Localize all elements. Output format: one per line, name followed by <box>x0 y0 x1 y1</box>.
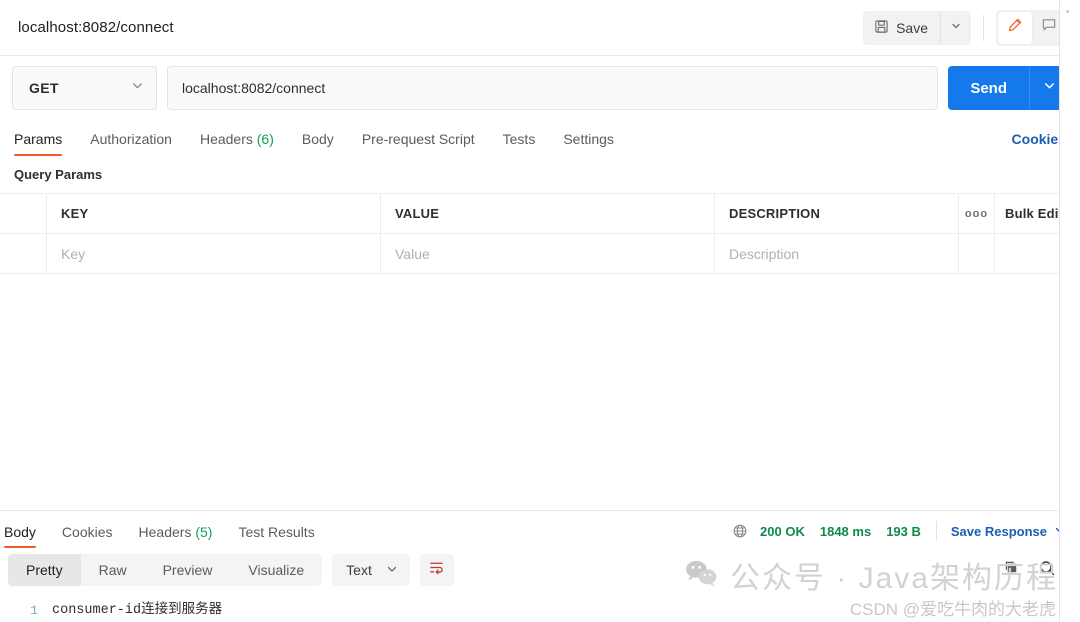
save-response-button[interactable]: Save Response <box>951 524 1066 539</box>
view-mode-group <box>996 9 1068 46</box>
response-body-viewer[interactable]: 1 consumer-id连接到服务器 <box>0 592 1080 622</box>
tab-pre-request-script-label: Pre-request Script <box>361 131 475 147</box>
row-options-cell <box>959 234 995 273</box>
response-format-pills: Pretty Raw Preview Visualize <box>8 554 323 586</box>
table-header-row: KEY VALUE DESCRIPTION ooo Bulk Edit <box>0 193 1080 234</box>
tab-params-label: Params <box>14 131 63 147</box>
save-dropdown-button[interactable] <box>941 11 971 45</box>
select-all-checkbox-cell[interactable] <box>0 194 47 233</box>
cookies-link[interactable]: Cookies <box>1012 131 1066 156</box>
response-language-label: Text <box>346 562 372 578</box>
response-pane: Body Cookies Headers (5) Test Results 20… <box>0 510 1080 622</box>
tab-pre-request-script[interactable]: Pre-request Script <box>362 131 475 156</box>
top-toolbar-actions: Save <box>863 9 1068 46</box>
query-params-table: KEY VALUE DESCRIPTION ooo Bulk Edit Key … <box>0 193 1080 274</box>
response-status-bar: 200 OK 1848 ms 193 B Save Response <box>732 521 1072 548</box>
send-button-group: Send <box>948 66 1068 110</box>
response-body-text: consumer-id连接到服务器 <box>52 603 223 618</box>
tab-tests[interactable]: Tests <box>503 131 536 156</box>
send-button[interactable]: Send <box>948 66 1030 110</box>
http-method-label: GET <box>29 80 59 96</box>
table-row: Key Value Description <box>0 234 1080 274</box>
floppy-disk-icon <box>874 19 889 37</box>
response-tab-test-results[interactable]: Test Results <box>238 524 314 548</box>
param-key-input[interactable]: Key <box>47 234 381 273</box>
response-tab-headers-label: Headers <box>138 524 192 540</box>
response-tab-headers-count: (5) <box>195 524 213 540</box>
save-button-group: Save <box>863 10 971 45</box>
save-button[interactable]: Save <box>863 10 941 45</box>
edit-mode-button[interactable] <box>998 11 1032 44</box>
column-header-key: KEY <box>47 194 381 233</box>
url-bar: GET localhost:8082/connect Send <box>0 56 1080 122</box>
param-description-input[interactable]: Description <box>715 234 959 273</box>
format-pretty[interactable]: Pretty <box>8 554 81 586</box>
format-visualize[interactable]: Visualize <box>230 554 322 586</box>
status-code: 200 OK <box>760 523 805 539</box>
response-format-bar: Pretty Raw Preview Visualize Text <box>0 548 1080 592</box>
http-method-select[interactable]: GET <box>12 66 157 110</box>
tab-body[interactable]: Body <box>302 131 334 156</box>
copy-icon[interactable] <box>1003 559 1020 581</box>
row-checkbox-cell[interactable] <box>0 234 47 273</box>
tab-tests-label: Tests <box>502 131 536 147</box>
pencil-icon <box>1007 17 1023 38</box>
request-tab-bar: Params Authorization Headers (6) Body Pr… <box>0 122 1080 156</box>
tab-authorization[interactable]: Authorization <box>90 131 172 156</box>
save-response-label: Save Response <box>950 523 1047 539</box>
toolbar-divider <box>983 14 984 41</box>
request-body-empty-area <box>0 274 1080 510</box>
chevron-down-icon <box>131 79 144 97</box>
tab-body-label: Body <box>301 131 334 147</box>
request-title: localhost:8082/connect <box>18 19 174 36</box>
response-tab-test-results-label: Test Results <box>238 524 315 540</box>
param-value-input[interactable]: Value <box>381 234 715 273</box>
response-tab-cookies-label: Cookies <box>61 524 113 540</box>
status-divider <box>935 521 937 541</box>
response-tab-body[interactable]: Body <box>4 524 36 548</box>
url-input[interactable]: localhost:8082/connect <box>167 66 939 110</box>
tab-headers-label: Headers <box>199 131 253 147</box>
response-tab-cookies[interactable]: Cookies <box>62 524 113 548</box>
response-size: 193 B <box>886 523 921 539</box>
chevron-down-icon <box>950 19 962 37</box>
response-time: 1848 ms <box>819 523 872 539</box>
chevron-down-icon <box>1043 79 1056 97</box>
chevron-down-icon <box>386 562 398 578</box>
word-wrap-icon <box>428 559 445 581</box>
postman-window: localhost:8082/connect Save GET localhos… <box>0 0 1080 622</box>
response-language-select[interactable]: Text <box>332 554 410 586</box>
tab-params[interactable]: Params <box>14 131 63 156</box>
response-tab-body-label: Body <box>4 524 36 540</box>
response-tab-headers[interactable]: Headers (5) <box>139 524 213 548</box>
line-number-gutter: 1 <box>0 600 52 622</box>
column-header-value: VALUE <box>381 194 715 233</box>
response-tab-bar: Body Cookies Headers (5) Test Results 20… <box>0 511 1080 548</box>
search-icon[interactable] <box>1038 559 1056 582</box>
tab-headers[interactable]: Headers (6) <box>200 131 274 156</box>
tab-settings[interactable]: Settings <box>563 131 614 156</box>
format-raw[interactable]: Raw <box>81 554 145 586</box>
word-wrap-button[interactable] <box>419 554 454 586</box>
right-edge-strip <box>1059 0 1080 622</box>
format-preview[interactable]: Preview <box>145 554 231 586</box>
column-header-description: DESCRIPTION <box>715 194 959 233</box>
save-button-label: Save <box>896 19 928 36</box>
tab-authorization-label: Authorization <box>90 131 172 147</box>
scroll-indicator-dot <box>1066 10 1069 13</box>
globe-icon <box>732 523 748 539</box>
query-params-label: Query Params <box>14 167 103 182</box>
top-toolbar: localhost:8082/connect Save <box>0 0 1080 56</box>
tab-headers-count: (6) <box>256 131 274 147</box>
table-options-button[interactable]: ooo <box>959 194 995 233</box>
comment-icon <box>1041 17 1057 38</box>
tab-settings-label: Settings <box>563 131 614 147</box>
line-number: 1 <box>30 603 38 618</box>
